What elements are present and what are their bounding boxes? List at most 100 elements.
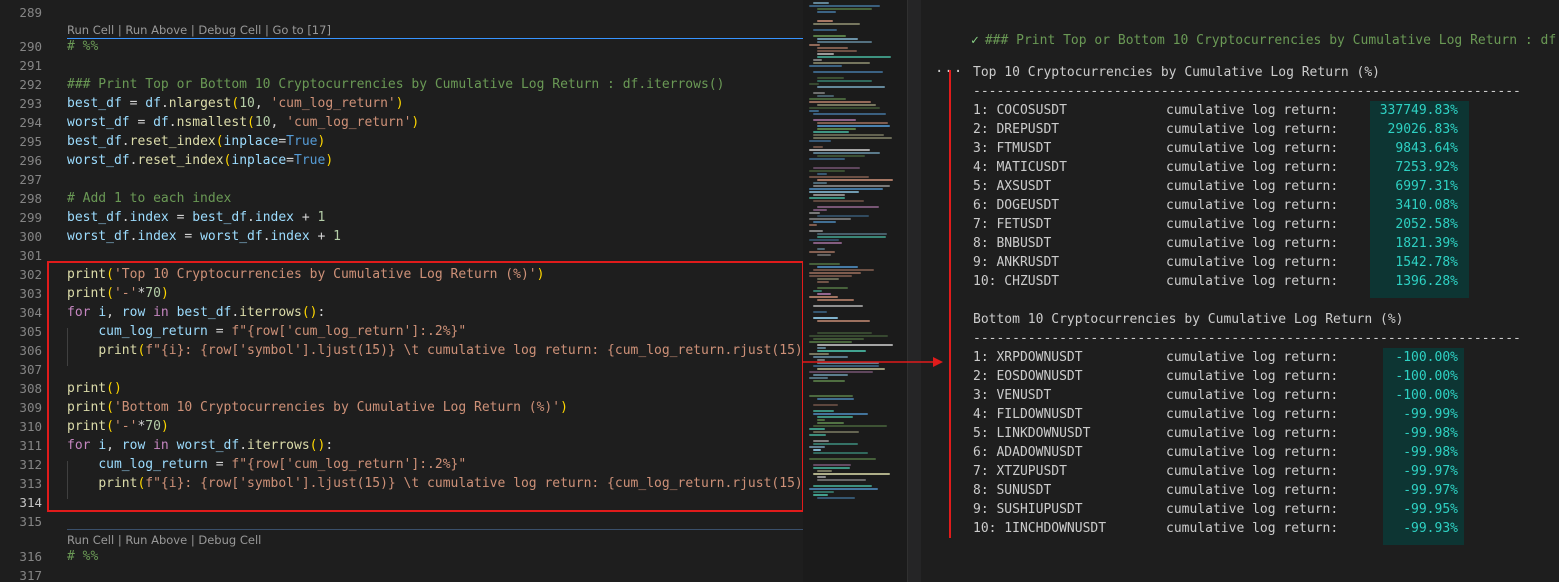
annotation-arrow-icon [803,357,943,367]
result-value: -99.98% [1403,426,1458,441]
output-cell-title-text: ### Print Top or Bottom 10 Cryptocurrenc… [984,33,1557,48]
line-number: 312 [19,457,42,472]
result-row: 6: DOGEUSDT cumulative log return: 3410.08… [973,196,1458,215]
result-row: 3: FTMUSDT cumulative log return: 9843.64% [973,139,1458,158]
code-line[interactable]: worst_df = df.nsmallest(10, 'cum_log_ret… [67,113,419,132]
result-symbol: 1: COCOSUSDT [973,103,1067,118]
result-symbol: 8: BNBUSDT [973,236,1052,251]
result-row: 6: ADADOWNUSDT cumulative log return: -99.… [973,443,1458,462]
line-number: 317 [19,568,42,582]
minimap-line [813,131,849,133]
line-number: 311 [19,438,42,453]
result-symbol: 4: FILDOWNUSDT [973,407,1083,422]
minimap-line [809,428,825,430]
minimap-line [817,287,848,289]
result-symbol: 6: DOGEUSDT [973,198,1060,213]
minimap-line [813,452,868,454]
line-number: 293 [19,96,42,111]
result-symbol: 2: EOSDOWNUSDT [973,369,1083,384]
result-row: 5: AXSUSDT cumulative log return: 6997.31% [973,177,1458,196]
minimap-line [813,62,870,64]
result-symbol: 5: AXSUSDT [973,179,1052,194]
result-label: cumulative log return: [1166,483,1339,498]
result-row: 10: CHZUSDT cumulative log return: 1396.28… [973,272,1458,291]
minimap-line [809,434,826,436]
minimap-line [817,215,869,217]
minimap-line [817,53,834,55]
result-symbol: 3: VENUSDT [973,388,1052,403]
minimap-line [813,119,856,121]
minimap-line [809,275,852,277]
codelens-run-cell-top[interactable]: Run Cell | Run Above | Debug Cell | Go t… [67,23,331,37]
minimap-line [813,290,822,292]
line-number: 306 [19,343,42,358]
line-number: 308 [19,381,42,396]
highlight-bar-output [949,70,951,538]
line-number: 315 [19,514,42,529]
minimap-line [809,107,880,109]
result-symbol: 5: LINKDOWNUSDT [973,426,1091,441]
minimap-line [817,419,825,421]
result-label: cumulative log return: [1166,350,1339,365]
minimap-line [809,272,861,274]
minimap-line [813,413,868,415]
minimap-line [817,254,831,256]
minimap-line [813,425,887,427]
minimap-line [813,35,846,37]
minimap-line [809,158,845,160]
line-number: 316 [19,549,42,564]
line-number: 313 [19,476,42,491]
codelens-run-cell-bottom[interactable]: Run Cell | Run Above | Debug Cell [67,533,261,547]
code-line[interactable]: ### Print Top or Bottom 10 Cryptocurrenc… [67,75,724,94]
minimap-line [813,491,834,493]
code-line[interactable]: # %% [67,37,98,56]
line-number: 305 [19,324,42,339]
result-symbol: 9: SUSHIUPUSDT [973,502,1083,517]
code-line[interactable]: worst_df.reset_index(inplace=True) [67,151,333,170]
vertical-scrollbar[interactable] [907,0,922,582]
minimap-line [809,44,820,46]
code-line[interactable]: best_df = df.nlargest(10, 'cum_log_retur… [67,94,404,113]
result-symbol: 10: CHZUSDT [973,274,1060,289]
minimap-line [813,410,834,412]
result-value: 337749.83% [1379,103,1458,118]
line-number: 289 [19,5,42,20]
cell-separator-active [67,38,803,39]
minimap-line [817,206,879,208]
minimap-line [817,347,826,349]
line-number: 307 [19,362,42,377]
output-panel: ✓ ### Print Top or Bottom 10 Cryptocurren… [921,0,1559,582]
line-number: 290 [19,39,42,54]
minimap-line [809,341,852,343]
minimap-line [809,188,883,190]
code-editor[interactable]: 289 290 291 292 293 294 295 296 297 298 299 300 301 3… [0,0,803,582]
code-line[interactable]: best_df.reset_index(inplace=True) [67,132,325,151]
minimap-line [813,152,880,154]
code-line[interactable]: # %% [67,547,98,566]
minimap-line [817,50,857,52]
minimap-line [817,47,848,49]
minimap-line [817,266,858,268]
minimap-line [813,467,850,469]
minimap-line [813,485,872,487]
minimap-line [813,269,874,271]
code-line[interactable]: # Add 1 to each index [67,189,231,208]
result-label: cumulative log return: [1166,388,1339,403]
result-label: cumulative log return: [1166,369,1339,384]
line-number: 299 [19,210,42,225]
result-value: 9843.64% [1395,141,1458,156]
line-number: 292 [19,77,42,92]
result-row: 4: MATICUSDT cumulative log return: 7253.9… [973,158,1458,177]
result-row: 2: EOSDOWNUSDT cumulative log return: -100… [973,367,1458,386]
minimap-line [813,182,827,184]
result-label: cumulative log return: [1166,255,1339,270]
code-line[interactable]: worst_df.index = worst_df.index + 1 [67,227,341,246]
result-label: cumulative log return: [1166,502,1339,517]
result-value: -99.97% [1403,483,1458,498]
minimap-line [813,431,859,433]
minimap[interactable] [803,0,907,582]
minimap-line [813,134,884,136]
result-row: 8: SUNUSDT cumulative log return: -99.97% [973,481,1458,500]
code-line[interactable]: best_df.index = best_df.index + 1 [67,208,325,227]
result-symbol: 2: DREPUSDT [973,122,1060,137]
